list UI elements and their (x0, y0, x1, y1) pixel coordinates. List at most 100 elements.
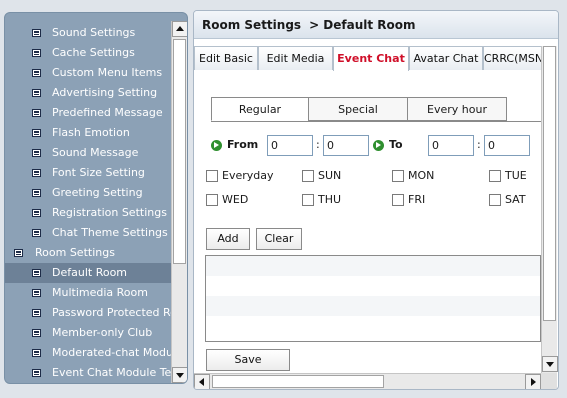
tree-item-label: Registration Settings (52, 206, 167, 219)
tree-collapse-icon[interactable] (14, 249, 23, 257)
subtab-special[interactable]: Special (308, 97, 408, 121)
arrow-up-icon (176, 26, 184, 31)
tree-item-font-size-setting[interactable]: Font Size Setting (5, 163, 171, 183)
checkbox-sat[interactable] (489, 194, 501, 206)
tree-item-multimedia-room[interactable]: Multimedia Room (5, 283, 171, 303)
tree-node-icon (32, 189, 41, 197)
breadcrumb-section: Room Settings (202, 18, 302, 32)
tree-item-registration-settings[interactable]: Registration Settings (5, 203, 171, 223)
tree-item-label: Sound Message (52, 146, 139, 159)
tree-item-greeting-setting[interactable]: Greeting Setting (5, 183, 171, 203)
tree-item-label: Flash Emotion (52, 126, 130, 139)
checkbox-fri[interactable] (392, 194, 404, 206)
tree-item-label: Advertising Setting (52, 86, 158, 99)
tree-item-predefined-message[interactable]: Predefined Message (5, 103, 171, 123)
tree-item-flash-emotion[interactable]: Flash Emotion (5, 123, 171, 143)
checkbox-tue[interactable] (489, 170, 501, 182)
tree-item-label: Cache Settings (52, 46, 135, 59)
weekday-row-2: WED THU FRI SAT (206, 192, 536, 208)
checkbox-label: WED (222, 193, 249, 206)
tree-item-moderated-chat-module[interactable]: Moderated-chat Module (5, 343, 171, 363)
tab-edit-basic[interactable]: Edit Basic (194, 46, 258, 70)
tree-item-label: Multimedia Room (52, 286, 148, 299)
scroll-up-button[interactable] (172, 21, 187, 37)
list-item (206, 296, 540, 316)
clear-button[interactable]: Clear (256, 228, 302, 250)
scroll-down-button[interactable] (172, 367, 187, 383)
tree-item-label: Default Room (52, 266, 128, 279)
scroll-thumb[interactable] (212, 375, 384, 388)
breadcrumb: Room Settings > Default Room (202, 18, 416, 32)
scroll-left-button[interactable] (194, 374, 210, 389)
tree-node-icon (32, 329, 41, 337)
panel-horizontal-scrollbar[interactable] (194, 373, 541, 389)
panel-vertical-scrollbar[interactable] (541, 46, 558, 373)
checkbox-label: SUN (318, 169, 342, 182)
go-arrow-icon (373, 140, 384, 151)
tree-item-event-chat-module-test[interactable]: Event Chat Module Test (5, 363, 171, 383)
checkbox-label: TUE (505, 169, 527, 182)
tree-item-member-only-club[interactable]: Member-only Club (5, 323, 171, 343)
tree-item-password-protected-room[interactable]: Password Protected Roc (5, 303, 171, 323)
tree-node-icon (32, 289, 41, 297)
arrow-left-icon (199, 378, 204, 386)
checkbox-everyday[interactable] (206, 170, 218, 182)
tree-node-icon (32, 149, 41, 157)
arrow-down-icon (176, 373, 184, 378)
checkbox-label: THU (318, 193, 342, 206)
tab-crrc-msn[interactable]: CRRC(MSN (483, 46, 544, 70)
from-hour-input[interactable]: 0 (267, 135, 313, 156)
tree-node-icon (32, 269, 41, 277)
tree-node-icon (32, 69, 41, 77)
tree-item-label: Custom Menu Items (52, 66, 163, 79)
panel-header: Room Settings > Default Room (194, 11, 558, 39)
checkbox-mon[interactable] (392, 170, 404, 182)
scroll-thumb[interactable] (173, 39, 186, 264)
tree-node-icon (32, 129, 41, 137)
list-item (206, 276, 540, 296)
subtab-regular[interactable]: Regular (211, 97, 309, 121)
sidebar-scrollbar[interactable] (171, 21, 187, 383)
save-button[interactable]: Save (206, 349, 290, 371)
add-button[interactable]: Add (206, 228, 250, 250)
checkbox-wed[interactable] (206, 194, 218, 206)
tree-node-icon (32, 109, 41, 117)
tree-node-icon (32, 309, 41, 317)
tab-avatar-chat[interactable]: Avatar Chat (409, 46, 483, 70)
scroll-down-button[interactable] (542, 356, 558, 372)
tree-node-icon (32, 169, 41, 177)
to-hour-input[interactable]: 0 (428, 135, 474, 156)
tree-item-room-settings[interactable]: Room Settings (5, 243, 171, 263)
tree-item-label: Event Chat Module Test (52, 366, 171, 379)
event-schedule-list[interactable] (205, 255, 541, 342)
scroll-right-button[interactable] (525, 374, 541, 389)
scroll-thumb[interactable] (543, 46, 556, 321)
breadcrumb-page: > Default Room (309, 18, 416, 32)
tree-item-chat-theme-settings[interactable]: Chat Theme Settings (5, 223, 171, 243)
list-item (206, 316, 540, 336)
tree-item-cache-settings[interactable]: Cache Settings (5, 43, 171, 63)
tab-event-chat[interactable]: Event Chat (333, 46, 409, 71)
tree-item-label: Member-only Club (52, 326, 153, 339)
checkbox-label: SAT (505, 193, 526, 206)
from-minute-input[interactable]: 0 (323, 135, 369, 156)
subtab-every-hour[interactable]: Every hour (407, 97, 507, 121)
to-minute-input[interactable]: 0 (484, 135, 530, 156)
tree-item-custom-menu-items[interactable]: Custom Menu Items (5, 63, 171, 83)
tree-item-default-room[interactable]: Default Room (5, 263, 171, 283)
weekday-row-1: Everyday SUN MON TUE (206, 168, 536, 184)
tree-node-icon (32, 49, 41, 57)
go-arrow-icon (211, 140, 222, 151)
checkbox-label: FRI (408, 193, 426, 206)
tree-item-sound-message[interactable]: Sound Message (5, 143, 171, 163)
tree-item-label: Predefined Message (52, 106, 163, 119)
list-item (206, 256, 540, 276)
subtab-divider (211, 121, 541, 122)
scrollbar-corner (541, 373, 557, 389)
tree-item-sound-settings[interactable]: Sound Settings (5, 23, 171, 43)
tree-item-advertising-setting[interactable]: Advertising Setting (5, 83, 171, 103)
checkbox-sun[interactable] (302, 170, 314, 182)
time-separator: : (477, 138, 481, 151)
tab-edit-media[interactable]: Edit Media (258, 46, 333, 70)
checkbox-thu[interactable] (302, 194, 314, 206)
